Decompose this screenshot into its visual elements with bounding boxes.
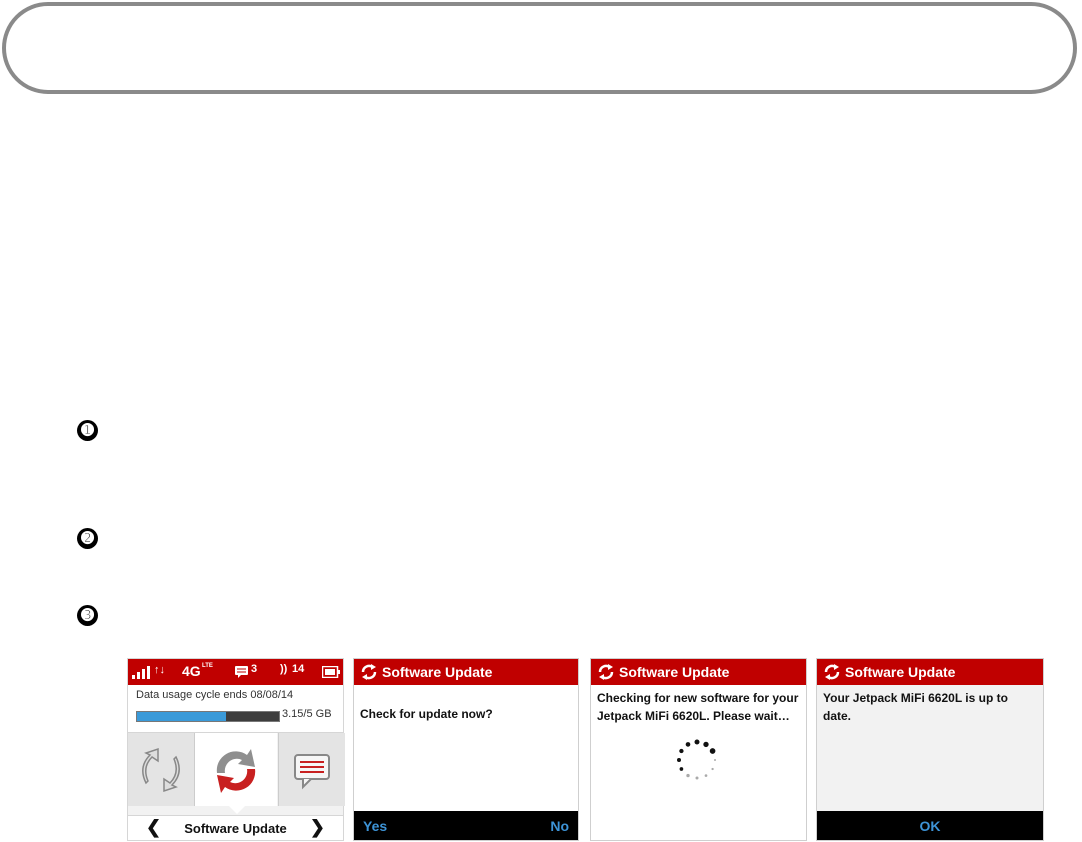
dialog-message: Checking for new software for your Jetpa… <box>597 691 799 723</box>
ok-button[interactable]: OK <box>817 818 1043 834</box>
spinner-dot <box>703 741 709 748</box>
spinner-dot <box>709 748 716 754</box>
messages-tile-icon <box>294 754 330 790</box>
title-bar: Software Update <box>817 659 1043 685</box>
spinner-dot <box>685 742 691 747</box>
wifi-sync-icon <box>142 747 180 793</box>
spinner-dot <box>679 748 684 754</box>
usage-progress-fill <box>137 712 227 721</box>
dialog-title: Software Update <box>619 664 730 680</box>
usage-cycle-text: Data usage cycle ends 08/08/14 <box>136 689 294 701</box>
software-update-icon <box>216 749 256 793</box>
spinner-dot <box>714 759 716 761</box>
data-arrows-icon: ↑↓ <box>154 664 165 676</box>
connected-devices-icon: )) <box>280 663 288 675</box>
messages-count: 3 <box>251 663 258 675</box>
network-type: 4G <box>182 663 201 679</box>
network-sub: LTE <box>202 663 213 669</box>
no-button[interactable]: No <box>550 818 569 834</box>
step-1-marker: ➊ <box>77 420 98 441</box>
spinner-dot <box>704 774 708 777</box>
tile-wifi-sync[interactable] <box>128 733 195 806</box>
connected-count: 14 <box>292 663 305 675</box>
usage-progress-bar <box>136 711 280 722</box>
header-banner <box>2 2 1077 94</box>
dialog-message: Check for update now? <box>360 707 493 721</box>
update-confirm-screen: Software Update Check for update now? Ye… <box>353 658 579 841</box>
loading-spinner-icon <box>677 739 716 780</box>
update-checking-screen: Software Update Checking for new softwar… <box>590 658 807 841</box>
tile-messages[interactable] <box>278 733 345 806</box>
dialog-actions: OK <box>817 811 1043 840</box>
spinner-dot <box>686 773 690 778</box>
spinner-dot <box>677 758 681 762</box>
refresh-icon <box>598 664 614 680</box>
selection-pointer <box>229 806 245 814</box>
dialog-actions: Yes No <box>354 811 578 840</box>
spinner-dot <box>679 767 684 771</box>
status-bar: ↑↓ 4G LTE 3 )) 14 <box>128 659 343 685</box>
yes-button[interactable]: Yes <box>363 818 387 834</box>
refresh-icon <box>824 664 840 680</box>
title-bar: Software Update <box>591 659 806 685</box>
dialog-title: Software Update <box>845 664 956 680</box>
battery-icon <box>322 666 340 678</box>
update-result-screen: Software Update Your Jetpack MiFi 6620L … <box>816 658 1044 841</box>
title-bar: Software Update <box>354 659 578 685</box>
dialog-title: Software Update <box>382 664 493 680</box>
signal-icon <box>132 665 150 679</box>
dialog-message: Your Jetpack MiFi 6620L is up to date. <box>817 685 1043 729</box>
spinner-dot <box>694 739 700 745</box>
menu-carousel <box>128 733 345 814</box>
step-3-marker: ➌ <box>77 605 98 626</box>
messages-icon <box>235 666 248 678</box>
chevron-right-icon[interactable]: ❯ <box>310 817 325 838</box>
home-screen: ↑↓ 4G LTE 3 )) 14 Data usage cycle ends … <box>127 658 345 841</box>
spinner-dot <box>695 776 699 780</box>
refresh-icon <box>361 664 377 680</box>
tile-software-update[interactable] <box>195 733 277 806</box>
spinner-dot <box>711 767 714 771</box>
usage-amount: 3.15/5 GB <box>282 708 332 720</box>
usage-panel: Data usage cycle ends 08/08/14 3.15/5 GB <box>128 685 343 733</box>
menu-nav: ❮ Software Update ❯ <box>128 815 343 840</box>
step-2-marker: ➋ <box>77 528 98 549</box>
